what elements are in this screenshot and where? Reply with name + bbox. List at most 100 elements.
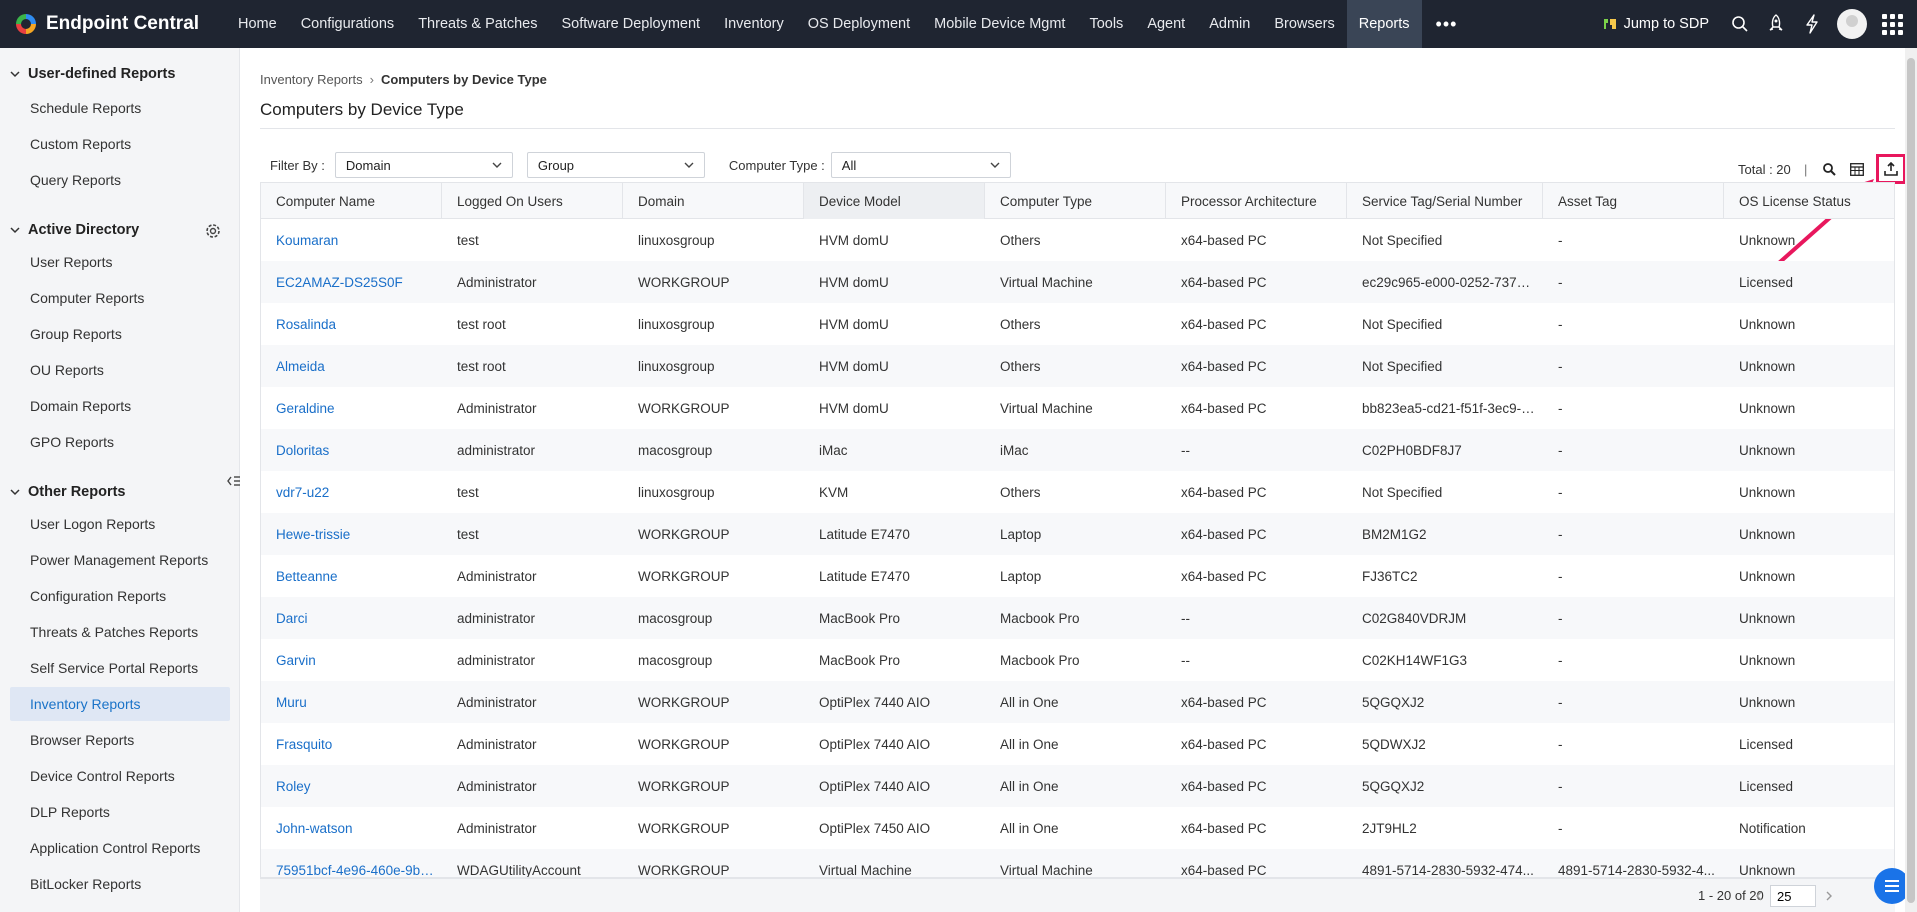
table-row[interactable]: Frasquito Administrator WORKGROUP OptiPlex … (261, 723, 1894, 765)
column-header-device-model[interactable]: Device Model (804, 183, 985, 219)
table-cell: - (1558, 442, 1563, 458)
avatar[interactable] (1837, 9, 1867, 39)
computer-type-select[interactable]: All (830, 152, 1011, 178)
computer-name-link[interactable]: Doloritas (261, 443, 442, 458)
computer-name-link[interactable]: Muru (261, 695, 442, 710)
sidebar-item-device-control-reports[interactable]: Device Control Reports (10, 759, 230, 793)
computer-name-link[interactable]: Roley (261, 779, 442, 794)
computer-name-link[interactable]: Geraldine (261, 401, 442, 416)
table-row[interactable]: Garvin administrator macosgroup MacBook Pro… (261, 639, 1894, 681)
nav-reports[interactable]: Reports (1346, 0, 1422, 48)
computer-name-link[interactable]: John-watson (261, 821, 442, 836)
computer-name-link[interactable]: EC2AMAZ-DS25S0F (261, 275, 442, 290)
next-page-icon[interactable] (1822, 889, 1836, 903)
sidebar-item-threats-patches-reports[interactable]: Threats & Patches Reports (10, 615, 230, 649)
breadcrumb-parent-link[interactable]: Inventory Reports (260, 72, 363, 87)
table-row[interactable]: 75951bcf-4e96-460e-9b6... WDAGUtilityAcco… (261, 849, 1894, 878)
column-header-computer-type[interactable]: Computer Type (985, 183, 1166, 219)
sidebar-item-browser-reports[interactable]: Browser Reports (10, 723, 230, 757)
table-row[interactable]: Geraldine Administrator WORKGROUP HVM domU V… (261, 387, 1894, 429)
sidebar-item-computer-reports[interactable]: Computer Reports (10, 281, 230, 315)
column-header-logged-on-users[interactable]: Logged On Users (442, 183, 623, 219)
more-menu-icon[interactable]: ••• (1422, 0, 1472, 48)
column-header-asset-tag[interactable]: Asset Tag (1543, 183, 1724, 219)
table-row[interactable]: Almeida test root linuxosgroup HVM domU Othe… (261, 345, 1894, 387)
table-row[interactable]: Roley Administrator WORKGROUP OptiPlex 7440… (261, 765, 1894, 807)
table-row[interactable]: Muru Administrator WORKGROUP OptiPlex 7440 … (261, 681, 1894, 723)
sidebar-item-domain-reports[interactable]: Domain Reports (10, 389, 230, 423)
rocket-icon[interactable] (1765, 13, 1787, 35)
sidebar-item-user-reports[interactable]: User Reports (10, 245, 230, 279)
page-scrollbar[interactable] (1905, 48, 1917, 912)
table-row[interactable]: Darci administrator macosgroup MacBook Pro M… (261, 597, 1894, 639)
sidebar-item-query-reports[interactable]: Query Reports (10, 163, 230, 197)
computer-name-link[interactable]: Garvin (261, 653, 442, 668)
sidebar-item-schedule-reports[interactable]: Schedule Reports (10, 91, 230, 125)
computer-name-link[interactable]: Rosalinda (261, 317, 442, 332)
sidebar-item-application-control-reports[interactable]: Application Control Reports (10, 831, 230, 865)
computer-name-link[interactable]: Koumaran (261, 233, 442, 248)
column-header-computer-name[interactable]: Computer Name (261, 183, 442, 219)
table-row[interactable]: Betteanne Administrator WORKGROUP Latitude … (261, 555, 1894, 597)
section-active-directory[interactable]: Active Directory (10, 222, 139, 238)
sidebar-item-ou-reports[interactable]: OU Reports (10, 353, 230, 387)
column-header-service-tag[interactable]: Service Tag/Serial Number (1347, 183, 1543, 219)
nav-software-deployment[interactable]: Software Deployment (549, 0, 712, 48)
sidebar-item-dlp-reports[interactable]: DLP Reports (10, 795, 230, 829)
table-row[interactable]: Koumaran test linuxosgroup HVM domU Others x6… (261, 219, 1894, 261)
nav-inventory[interactable]: Inventory (712, 0, 796, 48)
sidebar-item-bitlocker-reports[interactable]: BitLocker Reports (10, 867, 230, 901)
sidebar-item-power-management-reports[interactable]: Power Management Reports (10, 543, 230, 577)
table-cell: Unknown (1739, 526, 1796, 542)
nav-mobile-device-mgmt[interactable]: Mobile Device Mgmt (922, 0, 1077, 48)
sidebar-item-gpo-reports[interactable]: GPO Reports (10, 425, 230, 459)
computer-name-link[interactable]: Frasquito (261, 737, 442, 752)
nav-home[interactable]: Home (226, 0, 289, 48)
section-other-reports[interactable]: Other Reports (10, 484, 126, 500)
table-cell: Unknown (1739, 610, 1796, 626)
apps-grid-icon[interactable] (1881, 13, 1903, 35)
app-logo[interactable]: Endpoint Central (0, 0, 226, 48)
computer-name-link[interactable]: Betteanne (261, 569, 442, 584)
nav-os-deployment[interactable]: OS Deployment (796, 0, 922, 48)
nav-admin[interactable]: Admin (1197, 0, 1262, 48)
scrollbar-thumb[interactable] (1907, 58, 1915, 903)
sidebar-item-self-service-portal-reports[interactable]: Self Service Portal Reports (10, 651, 230, 685)
table-row[interactable]: Doloritas administrator macosgroup iMac iMac… (261, 429, 1894, 471)
computer-name-link[interactable]: Darci (261, 611, 442, 626)
search-icon[interactable] (1729, 13, 1751, 35)
column-chooser-icon[interactable] (1846, 158, 1868, 180)
table-row[interactable]: EC2AMAZ-DS25S0F Administrator WORKGROUP HVM… (261, 261, 1894, 303)
computer-name-link[interactable]: 75951bcf-4e96-460e-9b6... (261, 863, 442, 878)
computer-name-link[interactable]: Almeida (261, 359, 442, 374)
nav-configurations[interactable]: Configurations (289, 0, 407, 48)
section-user-defined-reports[interactable]: User-defined Reports (10, 66, 175, 82)
computer-name-link[interactable]: Hewe-trissie (261, 527, 442, 542)
sidebar-item-group-reports[interactable]: Group Reports (10, 317, 230, 351)
lightning-icon[interactable] (1801, 13, 1823, 35)
sidebar-item-custom-reports[interactable]: Custom Reports (10, 127, 230, 161)
page-size-input[interactable] (1770, 885, 1816, 907)
computer-name-link[interactable]: vdr7-u22 (261, 485, 442, 500)
nav-browsers[interactable]: Browsers (1262, 0, 1346, 48)
table-cell: Unknown (1739, 694, 1796, 710)
nav-agent[interactable]: Agent (1135, 0, 1197, 48)
sidebar-item-user-logon-reports[interactable]: User Logon Reports (10, 507, 230, 541)
domain-filter-select[interactable]: Domain (334, 152, 513, 178)
nav-tools[interactable]: Tools (1077, 0, 1135, 48)
table-search-icon[interactable] (1818, 158, 1840, 180)
sidebar-item-inventory-reports[interactable]: Inventory Reports (10, 687, 230, 721)
nav-threats-patches[interactable]: Threats & Patches (406, 0, 549, 48)
jump-to-sdp-link[interactable]: Jump to SDP (1602, 16, 1709, 32)
table-row[interactable]: Hewe-trissie test WORKGROUP Latitude E7470 L… (261, 513, 1894, 555)
previous-page-icon[interactable] (1752, 889, 1766, 903)
sidebar-item-configuration-reports[interactable]: Configuration Reports (10, 579, 230, 613)
group-filter-select[interactable]: Group (526, 152, 705, 178)
gear-icon[interactable] (204, 222, 222, 240)
table-row[interactable]: John-watson Administrator WORKGROUP OptiPle… (261, 807, 1894, 849)
column-header-os-license-status[interactable]: OS License Status (1724, 183, 1894, 219)
column-header-processor-architecture[interactable]: Processor Architecture (1166, 183, 1347, 219)
column-header-domain[interactable]: Domain (623, 183, 804, 219)
table-row[interactable]: vdr7-u22 test linuxosgroup KVM Others x64-bas… (261, 471, 1894, 513)
table-row[interactable]: Rosalinda test root linuxosgroup HVM domU Ot… (261, 303, 1894, 345)
